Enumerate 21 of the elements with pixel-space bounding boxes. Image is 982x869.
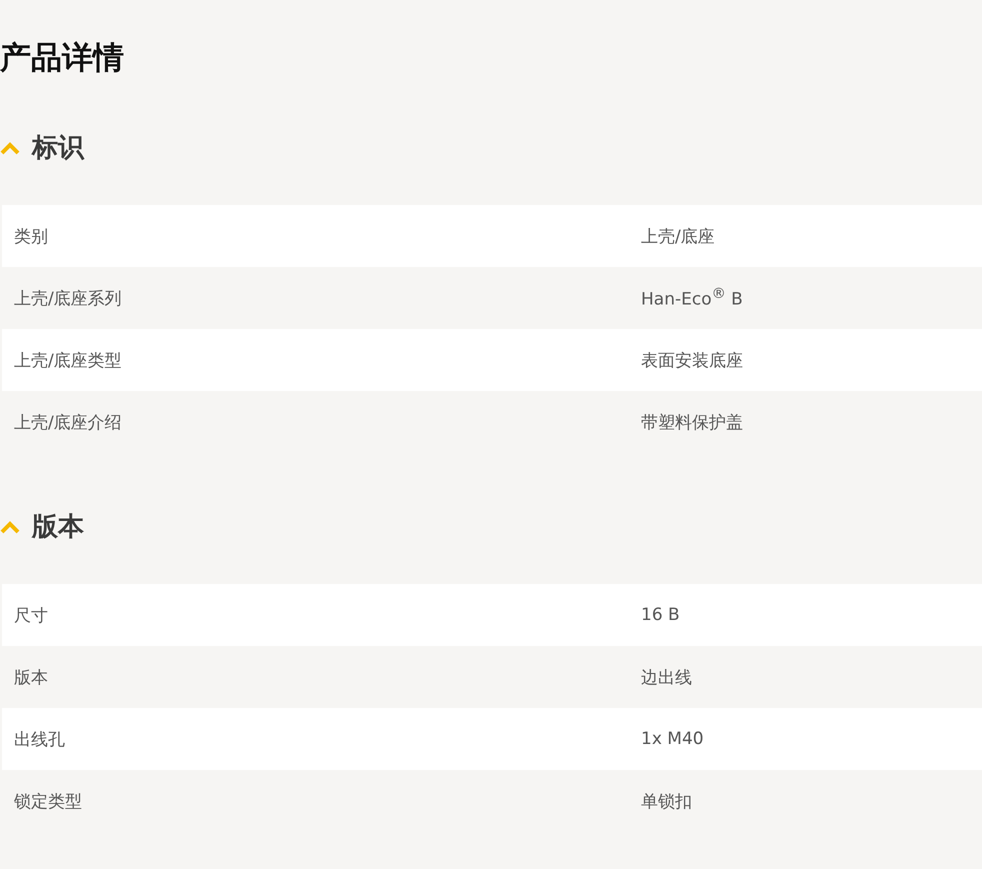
property-value: Han-Eco$^{®}$ B <box>641 286 744 310</box>
property-value: 带塑料保护盖 <box>641 412 744 434</box>
property-label: 版本 <box>13 666 49 688</box>
property-value: 单锁扣 <box>641 790 693 812</box>
property-value: 上壳/底座 <box>641 226 716 248</box>
property-value: 1x M40 <box>641 729 705 749</box>
property-label: 上壳/底座系列 <box>13 288 123 310</box>
chevron-icon[interactable] <box>0 520 20 534</box>
section-title[interactable]: 标识 <box>32 130 84 166</box>
property-label: 类别 <box>13 226 49 248</box>
property-value: 边出线 <box>641 666 693 688</box>
chevron-icon[interactable] <box>0 141 20 155</box>
property-value: 16 B <box>641 605 681 625</box>
section-title[interactable]: 版本 <box>32 509 84 545</box>
property-label: 出线孔 <box>13 728 66 750</box>
property-label: 锁定类型 <box>13 790 83 812</box>
property-label: 上壳/底座类型 <box>13 350 123 372</box>
property-label: 上壳/底座介绍 <box>13 412 123 434</box>
property-value: 表面安装底座 <box>641 350 744 372</box>
page-title: 产品详情 <box>0 39 125 78</box>
property-label: 尺寸 <box>13 604 49 626</box>
